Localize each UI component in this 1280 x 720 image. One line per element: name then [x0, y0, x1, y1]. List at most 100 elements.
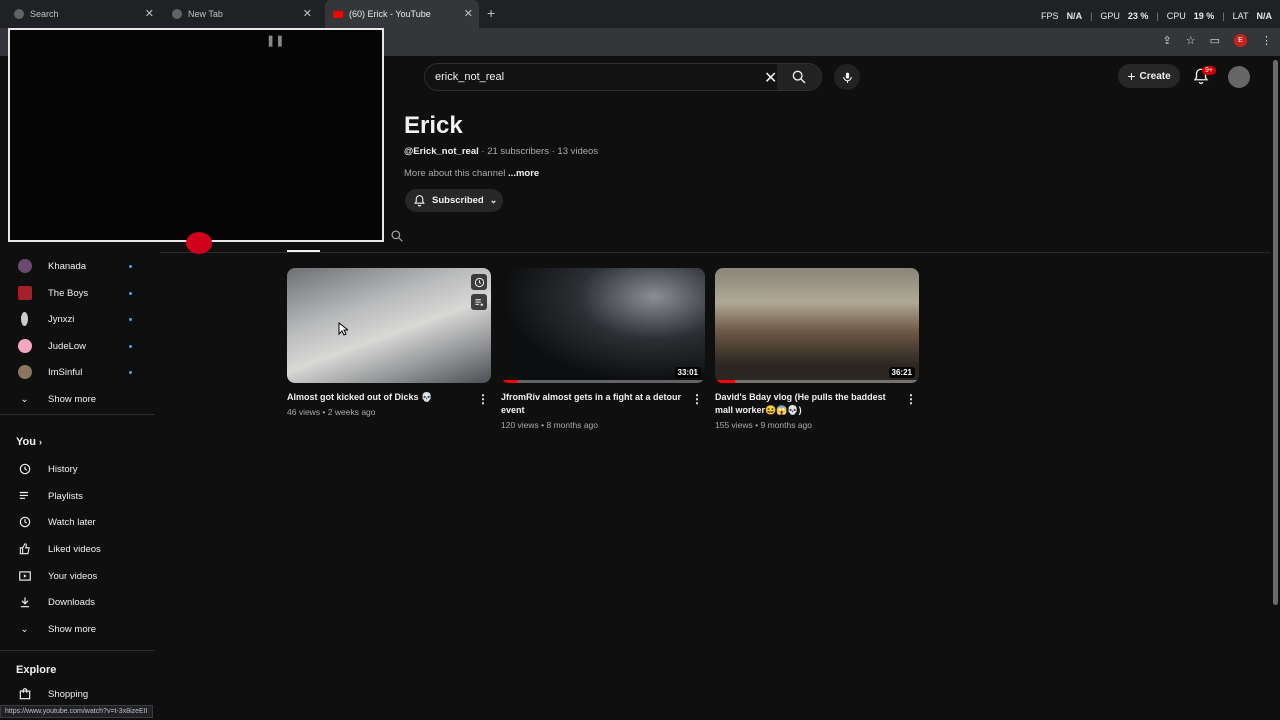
- channel-name: Erick: [404, 112, 463, 139]
- active-tab-indicator: [287, 250, 320, 252]
- search-button[interactable]: [777, 64, 821, 90]
- tab-search-icon[interactable]: ▭: [1210, 34, 1220, 47]
- menu-kebab-icon[interactable]: ⋮: [1261, 34, 1272, 47]
- microphone-icon: [842, 72, 852, 83]
- video-title[interactable]: Almost got kicked out of Dicks 💀: [287, 391, 473, 404]
- new-content-dot: [129, 264, 132, 268]
- install-app-icon[interactable]: ⇪: [1163, 34, 1172, 47]
- account-avatar[interactable]: [1228, 66, 1250, 88]
- thumbs-up-icon: [17, 542, 32, 557]
- you-heading-label: You: [16, 436, 36, 448]
- video-card[interactable]: Almost got kicked out of Dicks 💀 46 view…: [287, 268, 491, 417]
- bookmark-star-icon[interactable]: ☆: [1186, 34, 1196, 47]
- new-content-dot: [129, 291, 132, 295]
- channel-handle[interactable]: @Erick_not_real: [404, 146, 479, 157]
- gpu-label: GPU: [1100, 11, 1120, 21]
- video-card[interactable]: 33:01 JfromRiv almost gets in a fight at…: [501, 268, 705, 430]
- chevron-right-icon: ›: [39, 437, 43, 447]
- new-content-dot: [129, 370, 132, 374]
- sidebar-show-more-subscriptions[interactable]: ⌄ Show more: [0, 388, 155, 410]
- video-title[interactable]: David's Bday vlog (He pulls the baddest …: [715, 391, 901, 417]
- search-bar: erick_not_real ✕: [424, 63, 822, 91]
- sidebar-item-jynxzi[interactable]: Jynxzi: [0, 308, 155, 330]
- sidebar-item-label: Show more: [48, 623, 97, 635]
- chevron-down-icon: ⌄: [20, 623, 29, 635]
- channel-about[interactable]: More about this channel ...more: [404, 168, 539, 179]
- sidebar-item-label: The Boys: [48, 287, 89, 299]
- video-thumbnail[interactable]: 33:01: [501, 268, 705, 383]
- your-videos-icon: [17, 569, 32, 584]
- voice-search-button[interactable]: [834, 64, 860, 90]
- globe-icon: [172, 9, 182, 19]
- fps-label: FPS: [1041, 11, 1059, 21]
- notification-count-badge: 9+: [1202, 66, 1216, 75]
- video-menu-icon[interactable]: ⋮: [691, 392, 703, 406]
- video-meta: 155 views • 9 months ago: [715, 420, 813, 430]
- sidebar-item-imsinful[interactable]: ImSinful: [0, 361, 155, 383]
- video-card[interactable]: 36:21 David's Bday vlog (He pulls the ba…: [715, 268, 919, 430]
- about-more-link[interactable]: ...more: [508, 168, 539, 179]
- close-tab-icon[interactable]: ✕: [464, 7, 473, 20]
- watch-later-icon[interactable]: [471, 274, 487, 290]
- video-thumbnail[interactable]: 36:21: [715, 268, 919, 383]
- browser-tab-search[interactable]: Search ✕: [8, 0, 160, 28]
- browser-tab-new-tab[interactable]: New Tab ✕: [166, 0, 318, 28]
- sidebar-item-label: Khanada: [48, 260, 87, 272]
- sidebar-item-khanada[interactable]: Khanada: [0, 255, 155, 277]
- channel-avatar: [17, 259, 32, 273]
- fps-value: N/A: [1066, 11, 1083, 21]
- browser-tab-youtube[interactable]: (60) Erick - YouTube ✕: [325, 0, 479, 28]
- performance-overlay: FPS N/A | GPU 23 % | CPU 19 % | LAT N/A: [1041, 11, 1272, 21]
- channel-meta: @Erick_not_real · 21 subscribers · 13 vi…: [404, 146, 598, 157]
- create-label: Create: [1139, 70, 1171, 82]
- page-scrollbar[interactable]: [1273, 60, 1278, 605]
- sidebar-item-label: Show more: [48, 393, 97, 405]
- lat-label: LAT: [1232, 11, 1249, 21]
- tab-title: Search: [30, 9, 59, 19]
- video-duration: 36:21: [888, 367, 915, 378]
- sidebar-you-heading[interactable]: You ›: [16, 436, 42, 448]
- globe-icon: [14, 9, 24, 19]
- sidebar-item-history[interactable]: History: [0, 458, 155, 480]
- sidebar-item-liked-videos[interactable]: Liked videos: [0, 538, 155, 560]
- sidebar-item-your-videos[interactable]: Your videos: [0, 565, 155, 587]
- sidebar-show-more-you[interactable]: ⌄ Show more: [0, 618, 155, 640]
- add-to-queue-icon[interactable]: [471, 294, 487, 310]
- video-title[interactable]: JfromRiv almost gets in a fight at a det…: [501, 391, 687, 417]
- cpu-label: CPU: [1166, 11, 1186, 21]
- channel-avatar: [17, 365, 32, 379]
- shopping-bag-icon: [17, 687, 32, 702]
- playlists-icon: [17, 489, 32, 504]
- video-thumbnail[interactable]: [287, 268, 491, 383]
- gpu-value: 23 %: [1127, 11, 1149, 21]
- video-menu-icon[interactable]: ⋮: [477, 392, 489, 406]
- sidebar-item-the-boys[interactable]: The Boys: [0, 282, 155, 304]
- profile-avatar[interactable]: E: [1234, 34, 1247, 47]
- sidebar-item-label: Liked videos: [48, 543, 101, 555]
- watch-later-icon: [17, 515, 32, 530]
- sidebar-item-judelow[interactable]: JudeLow: [0, 335, 155, 357]
- channel-search-icon[interactable]: [390, 229, 404, 243]
- sidebar-item-playlists[interactable]: Playlists: [0, 485, 155, 507]
- about-text: More about this channel: [404, 168, 509, 179]
- channel-avatar: [17, 286, 32, 300]
- channel-avatar: [17, 339, 32, 353]
- sidebar-item-watch-later[interactable]: Watch later: [0, 511, 155, 533]
- close-tab-icon[interactable]: ✕: [303, 7, 312, 20]
- video-meta: 120 views • 8 months ago: [501, 420, 599, 430]
- video-meta: 46 views • 2 weeks ago: [287, 407, 376, 417]
- watch-progress-track: [715, 380, 919, 383]
- cpu-value: 19 %: [1193, 11, 1215, 21]
- watch-progress-bar: [501, 380, 518, 383]
- youtube-icon: [333, 10, 343, 18]
- new-tab-button[interactable]: +: [487, 5, 495, 21]
- create-button[interactable]: + Create: [1118, 64, 1180, 88]
- video-menu-icon[interactable]: ⋮: [905, 392, 917, 406]
- sidebar-item-shopping[interactable]: Shopping: [0, 683, 155, 705]
- search-input[interactable]: erick_not_real: [435, 71, 504, 83]
- close-tab-icon[interactable]: ✕: [145, 7, 154, 20]
- subscribed-button[interactable]: Subscribed ⌄: [405, 189, 503, 212]
- clear-search-icon[interactable]: ✕: [764, 68, 777, 88]
- channel-avatar: [21, 312, 28, 326]
- sidebar-item-downloads[interactable]: Downloads: [0, 591, 155, 613]
